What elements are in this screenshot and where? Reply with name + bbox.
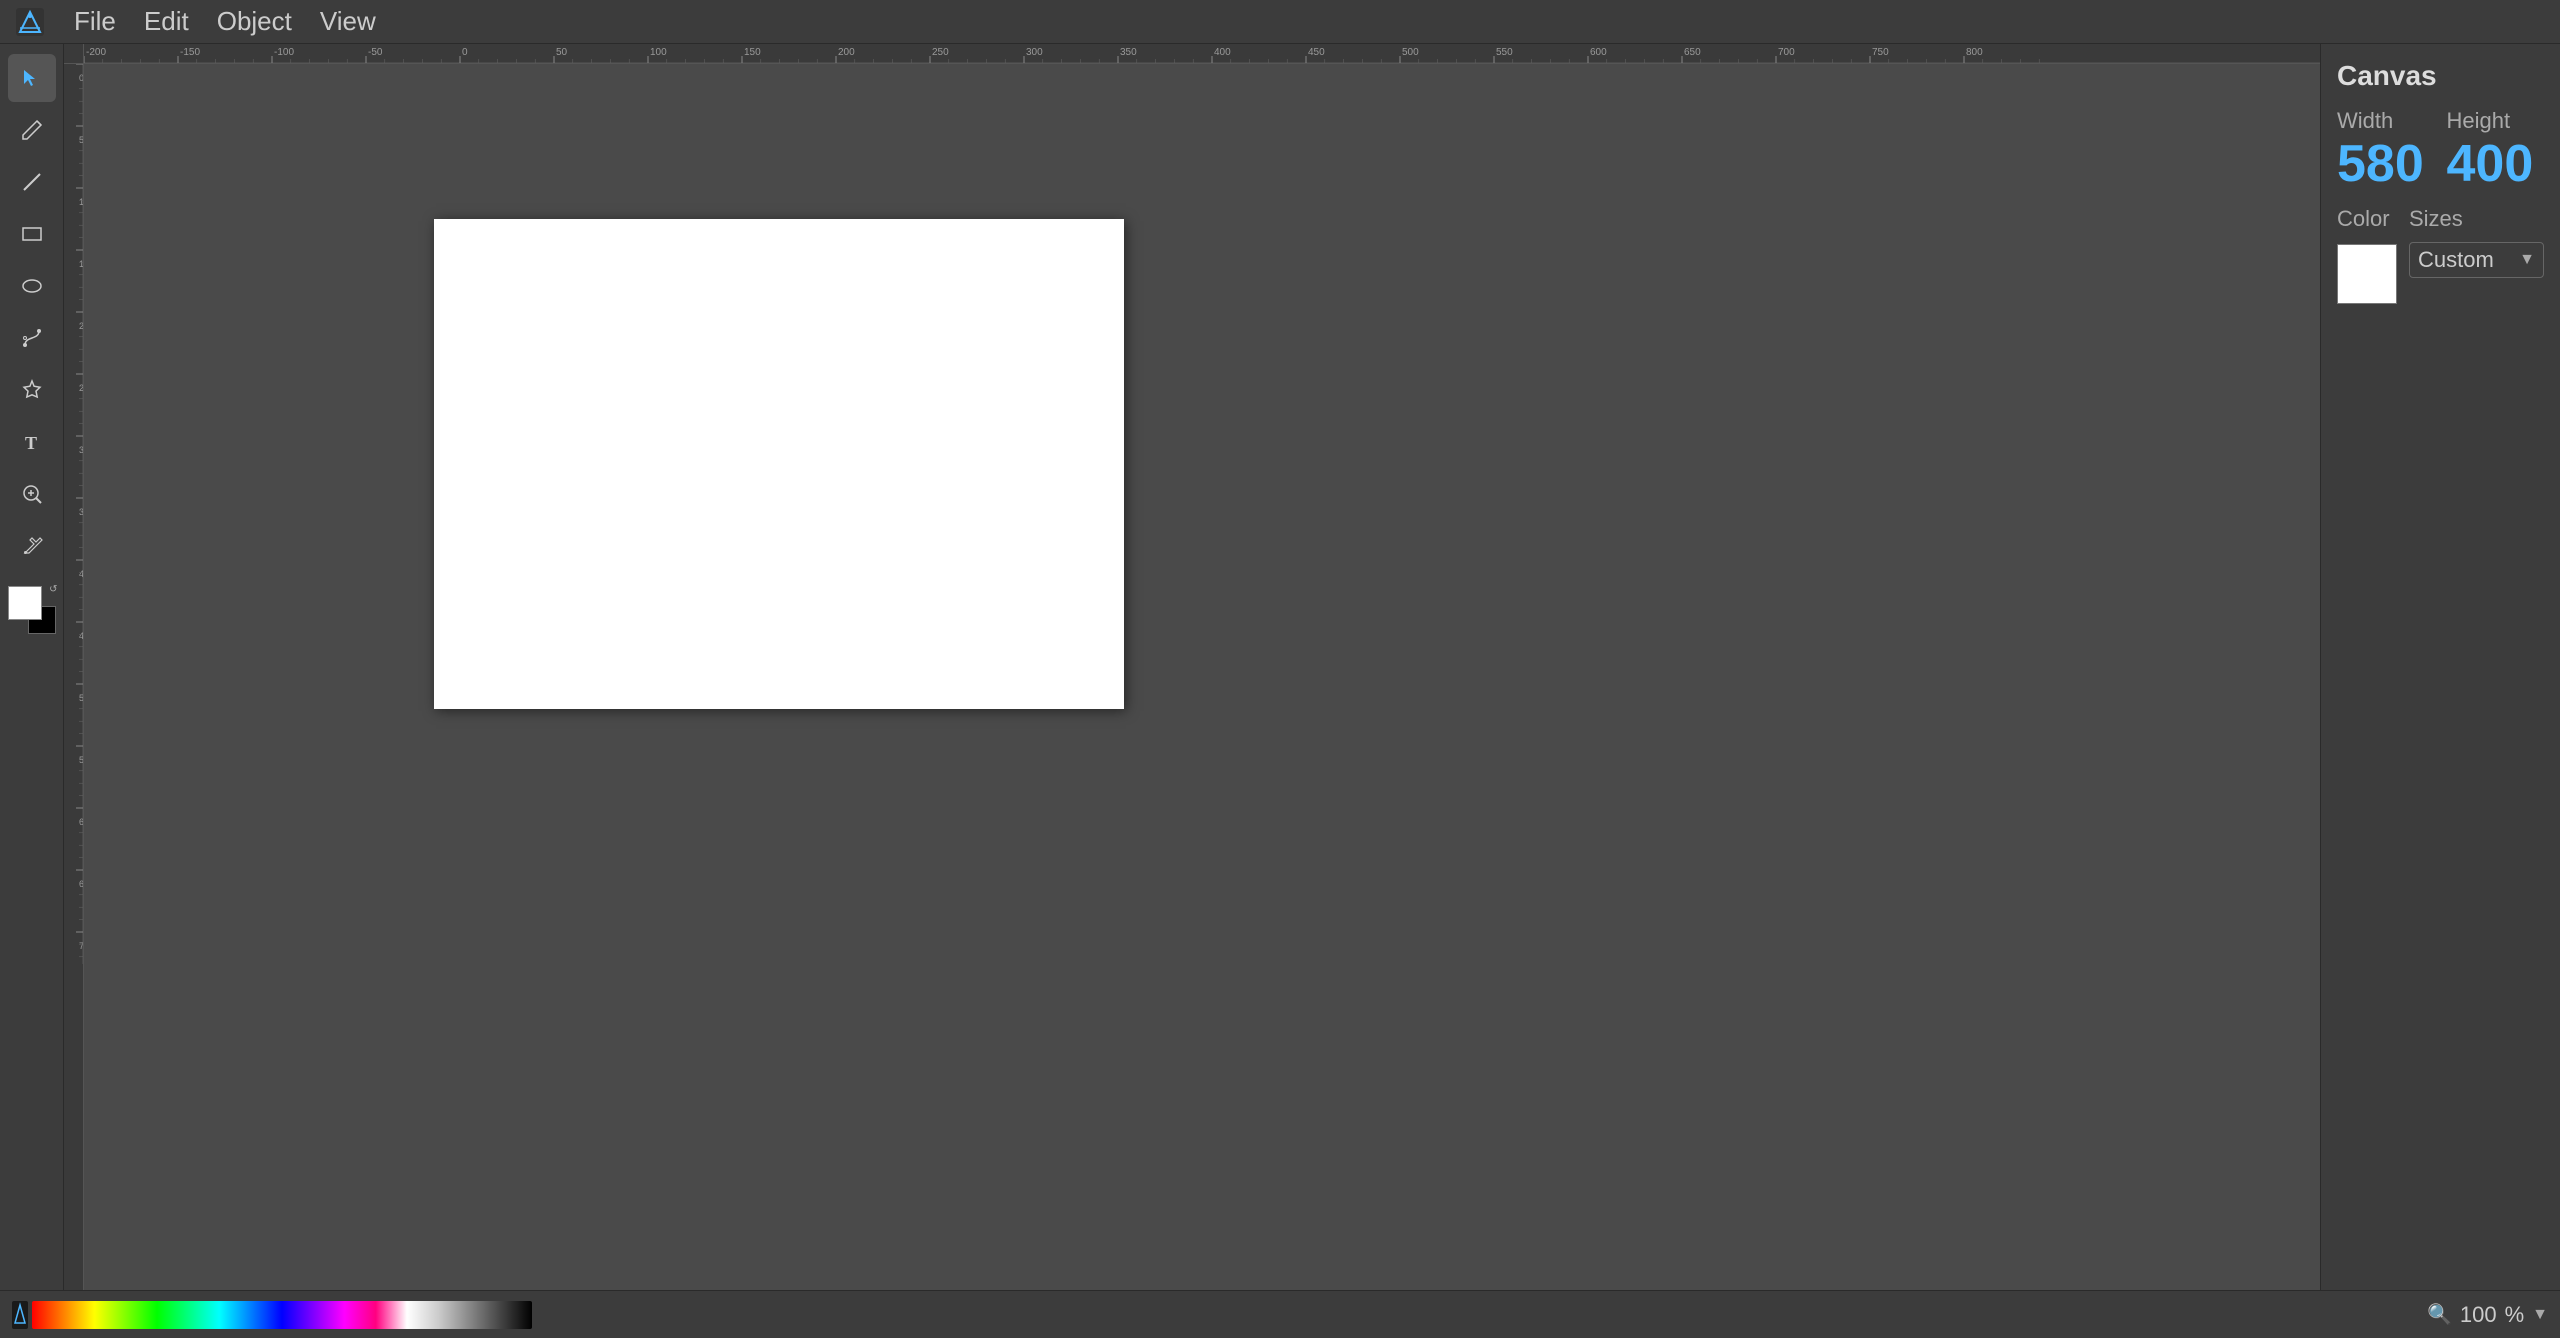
right-panel: Canvas Width 580 Height 400 Color Sizes … xyxy=(2320,44,2560,1290)
svg-text:100: 100 xyxy=(650,47,667,58)
line-tool[interactable] xyxy=(8,158,56,206)
view-menu[interactable]: View xyxy=(306,0,390,43)
svg-text:T: T xyxy=(25,433,37,453)
ruler-vertical: 0501001502002503003504004505005506006507… xyxy=(64,64,84,1290)
svg-text:550: 550 xyxy=(1496,47,1513,58)
svg-text:800: 800 xyxy=(1966,47,1983,58)
svg-text:750: 750 xyxy=(1872,47,1889,58)
svg-text:200: 200 xyxy=(838,47,855,58)
width-label: Width xyxy=(2337,108,2435,134)
ruler-h-svg: -200 -150 -100 -50 0 50 100 150 200 250 300 350 400 4… xyxy=(84,44,2320,64)
sizes-select[interactable]: Custom ▼ xyxy=(2409,242,2544,278)
dimensions-row: Width 580 Height 400 xyxy=(2337,108,2544,190)
svg-text:-50: -50 xyxy=(368,47,383,58)
pen-tool[interactable] xyxy=(8,314,56,362)
height-label: Height xyxy=(2447,108,2545,134)
statusbar: 🔍 100 % ▼ xyxy=(0,1290,2560,1338)
width-value[interactable]: 580 xyxy=(2337,138,2435,190)
edit-menu[interactable]: Edit xyxy=(130,0,203,43)
rect-tool[interactable] xyxy=(8,210,56,258)
height-field: Height 400 xyxy=(2447,108,2545,190)
sizes-value: Custom xyxy=(2418,247,2513,273)
canvas-viewport-wrapper: 0501001502002503003504004505005506006507… xyxy=(64,64,2320,1290)
color-field: Color xyxy=(2337,206,2397,304)
canvas-area[interactable] xyxy=(84,64,2320,1290)
zoom-icon: 🔍 xyxy=(2427,1302,2452,1327)
star-tool[interactable] xyxy=(8,366,56,414)
svg-text:350: 350 xyxy=(1120,47,1137,58)
ruler-corner xyxy=(64,44,84,64)
svg-text:400: 400 xyxy=(1214,47,1231,58)
file-menu[interactable]: File xyxy=(60,0,130,43)
svg-text:500: 500 xyxy=(1402,47,1419,58)
canvas[interactable] xyxy=(434,219,1124,709)
canvas-color-swatch[interactable] xyxy=(2337,244,2397,304)
svg-text:450: 450 xyxy=(1308,47,1325,58)
text-tool[interactable]: T xyxy=(8,418,56,466)
toolbar: T ↺ xyxy=(0,44,64,1290)
color-palette-area[interactable] xyxy=(12,1301,532,1329)
color-sizes-row: Color Sizes Custom ▼ xyxy=(2337,206,2544,304)
app-logo xyxy=(8,0,52,44)
left-status xyxy=(12,1301,532,1329)
menubar: File Edit Object View xyxy=(0,0,2560,44)
panel-title: Canvas xyxy=(2337,60,2544,92)
zoom-unit: % xyxy=(2505,1302,2525,1328)
svg-text:300: 300 xyxy=(1026,47,1043,58)
svg-text:50: 50 xyxy=(556,47,568,58)
zoom-dropdown-icon[interactable]: ▼ xyxy=(2532,1306,2548,1324)
color-palette[interactable] xyxy=(32,1301,532,1329)
svg-text:-200: -200 xyxy=(86,47,106,58)
width-field: Width 580 xyxy=(2337,108,2435,190)
work-area: -200-150-100-500501001502002503003504004… xyxy=(64,44,2320,1290)
sizes-label: Sizes xyxy=(2409,206,2544,232)
color-reset-icon[interactable]: ↺ xyxy=(49,584,57,595)
zoom-value[interactable]: 100 xyxy=(2460,1302,2497,1328)
svg-text:600: 600 xyxy=(1590,47,1607,58)
dropper-tool[interactable] xyxy=(8,522,56,570)
chevron-down-icon: ▼ xyxy=(2519,251,2535,269)
svg-text:-150: -150 xyxy=(180,47,200,58)
svg-text:150: 150 xyxy=(744,47,761,58)
color-swatches[interactable]: ↺ xyxy=(8,586,56,634)
svg-text:0: 0 xyxy=(462,47,468,58)
ruler-v-svg: 0501001502002503003504004505005506006507… xyxy=(64,64,84,964)
svg-text:700: 700 xyxy=(1778,47,1795,58)
select-tool[interactable] xyxy=(8,54,56,102)
svg-text:250: 250 xyxy=(932,47,949,58)
main-area: T ↺ xyxy=(0,44,2560,1290)
pencil-tool[interactable] xyxy=(8,106,56,154)
palette-logo xyxy=(12,1301,28,1329)
object-menu[interactable]: Object xyxy=(203,0,306,43)
height-value[interactable]: 400 xyxy=(2447,138,2545,190)
zoom-area: 🔍 100 % ▼ xyxy=(2427,1302,2548,1328)
svg-text:650: 650 xyxy=(1684,47,1701,58)
sizes-field: Sizes Custom ▼ xyxy=(2409,206,2544,304)
foreground-color-swatch[interactable] xyxy=(8,586,42,620)
color-label: Color xyxy=(2337,206,2397,232)
ruler-horizontal: -200 -150 -100 -50 0 50 100 150 200 250 300 350 400 4… xyxy=(84,44,2320,64)
svg-text:-100: -100 xyxy=(274,47,294,58)
ellipse-tool[interactable] xyxy=(8,262,56,310)
zoom-tool[interactable] xyxy=(8,470,56,518)
